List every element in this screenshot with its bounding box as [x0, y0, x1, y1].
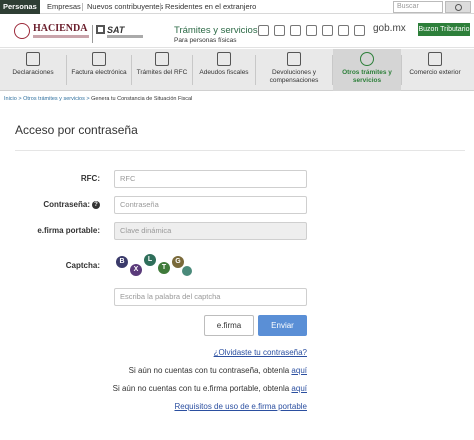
accessibility-icon[interactable]: [274, 25, 285, 36]
adeudos-icon: [217, 52, 231, 66]
font-size-icon[interactable]: [306, 25, 317, 36]
menu-item-comercio-exterior[interactable]: Comercio exterior: [402, 49, 468, 91]
top-navigation: Personas Empresas Nuevos contribuyentes …: [0, 0, 474, 14]
tab-personas[interactable]: Personas: [0, 0, 40, 14]
rfc-input[interactable]: RFC: [114, 170, 307, 188]
menu-item-label: Devoluciones y compensaciones: [269, 69, 319, 84]
services-menu: Declaraciones Factura electrónica Trámit…: [0, 49, 474, 91]
captcha-input[interactable]: Escriba la palabra del captcha: [114, 288, 307, 306]
menu-item-label: Factura electrónica: [71, 69, 127, 76]
site-header: HACIENDA SAT Trámites y servicios Para p…: [0, 15, 474, 48]
user-icon[interactable]: [322, 25, 333, 36]
menu-item-adeudos[interactable]: Adeudos fiscales: [193, 49, 255, 91]
no-password-line: Si aún no cuentas con tu contraseña, obt…: [129, 366, 307, 375]
captcha-glyph: T: [158, 262, 170, 274]
tab-residentes-extranjero[interactable]: Residentes en el extranjero: [162, 0, 259, 14]
nav-divider: [82, 3, 83, 11]
declaraciones-icon: [26, 52, 40, 66]
requisitos-efirma-link[interactable]: Requisitos de uso de e.firma portable: [174, 402, 307, 411]
rfc-label: RFC:: [80, 174, 100, 183]
page-section-title: Trámites y servicios: [174, 25, 258, 36]
requisitos-line: Requisitos de uso de e.firma portable: [174, 402, 307, 411]
captcha-glyph: B: [116, 256, 128, 268]
breadcrumb-current: Genera tu Constancia de Situación Fiscal: [91, 96, 193, 102]
menu-item-otros-tramites[interactable]: Otros trámites y servicios: [333, 49, 401, 91]
captcha-glyph: G: [172, 256, 184, 268]
menu-item-factura[interactable]: Factura electrónica: [67, 49, 131, 91]
factura-icon: [92, 52, 106, 66]
password-input[interactable]: Contraseña: [114, 196, 307, 214]
rfc-icon: [155, 52, 169, 66]
devoluciones-icon: [287, 52, 301, 66]
logo-divider: [92, 25, 93, 43]
hacienda-logo-text: HACIENDA: [33, 23, 88, 34]
hacienda-seal-logo: [14, 23, 30, 39]
no-password-text: Si aún no cuentas con tu contraseña, obt…: [128, 366, 290, 375]
search-input[interactable]: Buscar: [393, 1, 443, 13]
clave-dinamica-input: Clave dinámica: [114, 222, 307, 240]
menu-item-label: Comercio exterior: [409, 69, 461, 76]
home-icon[interactable]: [258, 25, 269, 36]
breadcrumb-inicio[interactable]: Inicio: [4, 96, 17, 102]
breadcrumb-otros[interactable]: Otros trámites y servicios: [23, 96, 85, 102]
hacienda-logo-subline: [33, 35, 89, 38]
search-icon[interactable]: [445, 1, 471, 13]
efirma-button[interactable]: e.firma: [204, 315, 254, 336]
buzon-tributario-button[interactable]: Buzon Tributario: [418, 23, 470, 36]
password-label-text: Contraseña:: [43, 200, 90, 209]
breadcrumb: Inicio > Otros trámites y servicios > Ge…: [4, 96, 192, 102]
share-icon[interactable]: [354, 25, 365, 36]
captcha-glyph: [182, 266, 192, 276]
password-label: Contraseña:?: [0, 200, 100, 209]
help-circle-icon[interactable]: [338, 25, 349, 36]
page-title: Acceso por contraseña: [15, 123, 138, 137]
menu-item-label: Adeudos fiscales: [199, 69, 249, 76]
sat-logo-subline: [107, 35, 143, 38]
tab-nuevos-contribuyentes[interactable]: Nuevos contribuyentes: [84, 0, 166, 14]
captcha-image: B X L T G: [114, 250, 194, 280]
no-efirma-line: Si aún no cuentas con tu e.firma portabl…: [113, 384, 307, 393]
forgot-password-line: ¿Olvidaste tu contraseña?: [214, 348, 307, 357]
comercio-exterior-icon: [428, 52, 442, 66]
contact-icon[interactable]: [290, 25, 301, 36]
sat-logo-mark: [96, 25, 105, 34]
forgot-password-link[interactable]: ¿Olvidaste tu contraseña?: [214, 348, 307, 357]
obtain-password-link[interactable]: aquí: [291, 366, 307, 375]
menu-item-label: Declaraciones: [12, 69, 54, 76]
captcha-glyph: X: [130, 264, 142, 276]
menu-item-devoluciones[interactable]: Devoluciones y compensaciones: [256, 49, 332, 91]
enviar-button[interactable]: Enviar: [258, 315, 307, 336]
gobmx-logo[interactable]: gob.mx: [373, 23, 406, 34]
sat-logo-text: SAT: [107, 25, 125, 35]
captcha-label: Captcha:: [65, 261, 100, 270]
efirma-portable-label: e.firma portable:: [37, 226, 100, 235]
tab-empresas[interactable]: Empresas: [44, 0, 84, 14]
obtain-efirma-link[interactable]: aquí: [291, 384, 307, 393]
captcha-glyph: L: [144, 254, 156, 266]
menu-item-rfc[interactable]: Trámites del RFC: [132, 49, 192, 91]
help-icon[interactable]: ?: [92, 200, 100, 209]
otros-tramites-icon: [360, 52, 374, 66]
menu-item-label: Otros trámites y servicios: [342, 69, 392, 84]
menu-item-declaraciones[interactable]: Declaraciones: [0, 49, 66, 91]
no-efirma-text: Si aún no cuentas con tu e.firma portabl…: [112, 384, 290, 393]
nav-divider: [160, 3, 161, 11]
menu-item-label: Trámites del RFC: [136, 69, 188, 76]
page-section-subtitle: Para personas físicas: [174, 37, 237, 44]
title-divider: [15, 150, 465, 151]
